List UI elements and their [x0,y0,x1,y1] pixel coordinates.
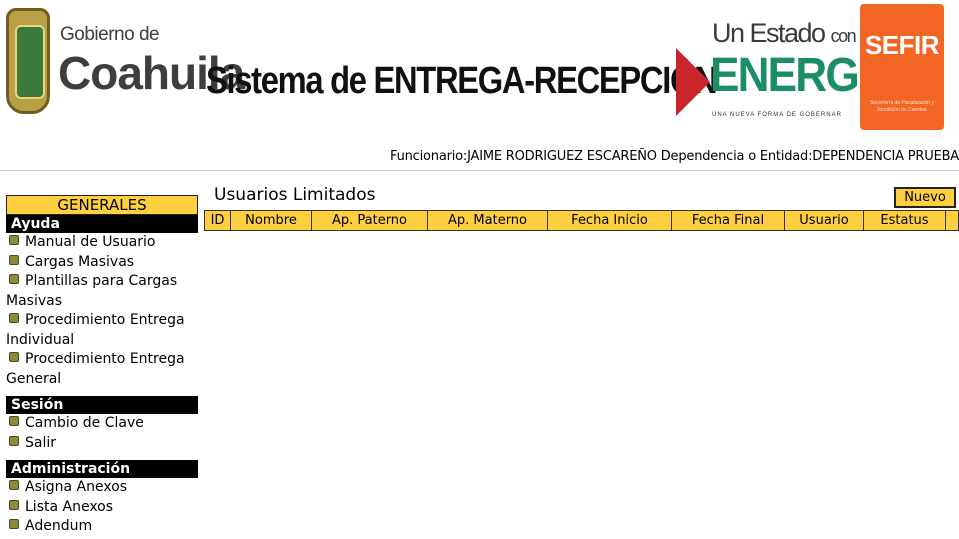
menu-item-cambio-de-clave[interactable]: Cambio de Clave [6,414,198,434]
energia-line3: UNA NUEVA FORMA DE GOBERNAR [712,112,842,118]
funcionario-label: Funcionario: [390,149,468,164]
sefir-word: SEFIR [864,30,940,60]
gobierno-de-text: Gobierno de [60,24,160,45]
menu-item-manual-de-usuario[interactable]: Manual de Usuario [6,233,198,253]
energia-line1-small: con [830,26,857,46]
energia-red-mark-icon [676,48,710,116]
menu-item-salir[interactable]: Salir [6,434,198,454]
user-info-bar: Funcionario:JAIME RODRIGUEZ ESCAREÑO Dep… [390,149,959,164]
menu-item-plantillas-cargas-masivas[interactable]: Plantillas para Cargas Masivas [6,272,198,311]
column-header-fecha-final[interactable]: Fecha Final [671,211,784,230]
bullet-icon [9,480,19,490]
header-divider [0,170,959,171]
sefir-subtitle: Secretaría de Fiscalización y Rendición … [870,100,934,113]
column-header-ap-paterno[interactable]: Ap. Paterno [311,211,427,230]
energia-line1: Un Estado [712,18,826,48]
menu-title-generales: GENERALES [6,195,198,215]
bullet-icon [9,435,19,446]
section-header-administracion: Administración [6,460,198,478]
column-header-estatus[interactable]: Estatus [863,211,945,230]
column-header-fecha-inicio[interactable]: Fecha Inicio [547,211,671,230]
page-header: Gobierno de Coahuila Sistema de ENTREGA-… [0,0,959,148]
menu-item-adendum[interactable]: Adendum [6,517,198,537]
bullet-icon [9,499,19,510]
column-header-usuario[interactable]: Usuario [784,211,863,230]
section-header-ayuda: Ayuda [6,215,198,233]
coahuila-shield-logo [6,8,50,114]
bullet-icon [9,235,19,245]
bullet-icon [9,519,19,529]
bullet-icon [9,352,19,362]
funcionario-name: JAIME RODRIGUEZ ESCAREÑO [467,149,657,164]
nuevo-button[interactable]: Nuevo [894,187,956,208]
table-header-row: ID Nombre Ap. Paterno Ap. Materno Fecha … [204,210,959,231]
dependencia-name: DEPENDENCIA PRUEBA [812,149,959,164]
page-title: Usuarios Limitados [214,185,376,205]
menu-item-procedimiento-entrega-general[interactable]: Procedimiento Entrega General [6,350,198,389]
menu-item-cargas-masivas[interactable]: Cargas Masivas [6,253,198,273]
column-header-actions [945,211,959,230]
system-title: Sistema de ENTREGA-RECEPCIÓN [206,60,718,102]
menu-item-asigna-anexos[interactable]: Asigna Anexos [6,478,198,498]
column-header-nombre[interactable]: Nombre [230,211,311,230]
menu-item-lista-anexos[interactable]: Lista Anexos [6,498,198,518]
column-header-id[interactable]: ID [204,211,230,230]
sefir-logo: SEFIR Secretaría de Fiscalización y Rend… [860,4,944,130]
dependencia-label: Dependencia o Entidad: [656,149,813,164]
column-header-ap-materno[interactable]: Ap. Materno [427,211,547,230]
sidebar-menu: GENERALES Ayuda Manual de Usuario Cargas… [6,195,198,537]
section-header-sesion: Sesión [6,396,198,414]
bullet-icon [9,254,19,265]
bullet-icon [9,313,19,323]
menu-item-procedimiento-entrega-individual[interactable]: Procedimiento Entrega Individual [6,311,198,350]
bullet-icon [9,274,19,284]
bullet-icon [9,416,19,426]
estado-energia-logo: Un Estado con ENERGIA UNA NUEVA FORMA DE… [676,18,900,126]
